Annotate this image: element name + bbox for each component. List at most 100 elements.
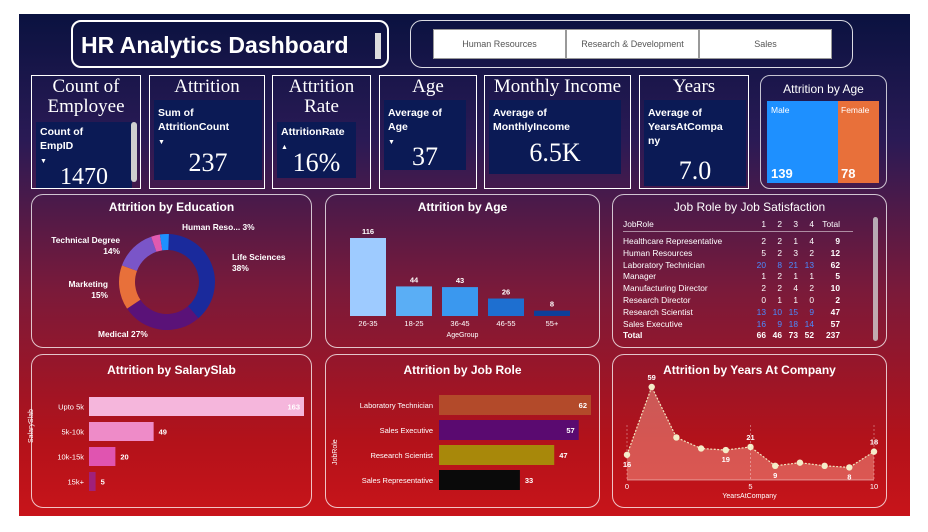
donut-slice[interactable] bbox=[127, 299, 199, 330]
agegroup-bar[interactable] bbox=[534, 310, 570, 316]
gender-title: Attrition by Age bbox=[783, 82, 864, 96]
years-point[interactable] bbox=[697, 445, 705, 452]
kpi-income-value: 6.5K bbox=[529, 138, 581, 167]
years-point[interactable] bbox=[673, 434, 680, 441]
jobrole-bar[interactable] bbox=[439, 445, 555, 465]
jobsat-cell-role: Healthcare Representative bbox=[623, 236, 723, 246]
edu-label-technical: Technical Degree 14% bbox=[46, 235, 120, 257]
table-row: Laboratory Technician 20 8 21 13 62 bbox=[623, 260, 853, 272]
jobsat-cell: 52 bbox=[804, 330, 814, 341]
years-xlabel: YearsAtCompany bbox=[722, 493, 777, 500]
jobsat-total-row: Total 66 46 73 52 237 bbox=[623, 330, 853, 342]
attrition-gender-card: Attrition by Age Male 139 Female 78 bbox=[760, 75, 887, 189]
years-point[interactable] bbox=[722, 446, 729, 454]
donut-slice[interactable] bbox=[121, 236, 157, 271]
agegroup-bar[interactable] bbox=[442, 287, 478, 316]
jobsat-cell: 1 bbox=[761, 271, 766, 282]
slicer-human-resources[interactable]: Human Resources bbox=[433, 29, 566, 59]
years-point[interactable] bbox=[796, 459, 804, 466]
kpi-count-card: Count of EmpID ▼ 1470 bbox=[36, 122, 132, 190]
jobrole-bar[interactable] bbox=[439, 470, 520, 490]
jobsat-cell: 18 bbox=[788, 318, 798, 329]
table-row: Healthcare Representative 2 2 1 4 9 bbox=[623, 236, 853, 248]
jobsat-cell-role: Laboratory Technician bbox=[623, 259, 705, 270]
jobrole-value-label: 33 bbox=[525, 476, 533, 485]
kpi-years-card: Average of YearsAtCompa ny 7.0 bbox=[644, 100, 746, 186]
table-row: Manager 1 2 1 1 5 bbox=[623, 271, 853, 283]
slicer-research-development[interactable]: Research & Development bbox=[566, 29, 699, 59]
salary-value-label: 163 bbox=[287, 403, 300, 412]
jobsat-cell-total: 5 bbox=[835, 271, 840, 282]
kpi-attrition-value: 237 bbox=[188, 148, 228, 177]
edu-label-tech1: Technical Degree bbox=[51, 235, 120, 245]
kpi-rate-head2: Rate bbox=[304, 96, 339, 117]
jobsat-cell-total: 10 bbox=[830, 283, 840, 294]
kpi-years: Years Average of YearsAtCompa ny 7.0 bbox=[639, 75, 749, 189]
kpi-count-label: Count of EmpID ▼ bbox=[40, 125, 83, 169]
edu-label-life: Life Sciences 38% bbox=[232, 252, 286, 274]
jobrole-tick-label: Sales Executive bbox=[380, 426, 433, 435]
salary-tick-label: 10k-15k bbox=[57, 453, 84, 462]
scrollbar[interactable] bbox=[131, 122, 137, 182]
agegroup-tick-label: 46-55 bbox=[496, 319, 515, 328]
jobsat-scrollbar[interactable] bbox=[873, 217, 878, 341]
jobsat-header-jobrole: JobRole bbox=[623, 219, 654, 229]
jobsat-cell-total: 57 bbox=[830, 318, 840, 329]
kpi-years-label: Average of YearsAtCompa ny bbox=[648, 106, 723, 148]
salary-bar[interactable] bbox=[89, 447, 116, 466]
kpi-count-employee: Count of Employee Count of EmpID ▼ 1470 bbox=[31, 75, 141, 190]
dashboard-title: HR Analytics Dashboard bbox=[81, 32, 349, 58]
jobrole-tick-label: Sales Representative bbox=[362, 476, 433, 485]
years-tick-label: 10 bbox=[870, 482, 878, 491]
agegroup-bar[interactable] bbox=[350, 238, 386, 316]
kpi-rate-head1: Attrition bbox=[288, 76, 355, 97]
jobsat-cell-total: 62 bbox=[830, 259, 840, 270]
jobsat-cell: 9 bbox=[777, 318, 782, 329]
jobrole-bar[interactable] bbox=[439, 395, 591, 415]
agegroup-bar[interactable] bbox=[396, 286, 432, 316]
years-point[interactable] bbox=[846, 464, 853, 471]
salary-bar[interactable] bbox=[89, 397, 304, 416]
years-point[interactable] bbox=[648, 383, 655, 391]
agegroup-value-label: 116 bbox=[362, 227, 374, 236]
jobsat-cell: 13 bbox=[756, 306, 766, 317]
jobsat-table: JobRole 1 2 3 4 Total Healthcare Represe… bbox=[623, 217, 853, 342]
jobsat-cell: 10 bbox=[772, 306, 782, 317]
kpi-rate-value: 16% bbox=[292, 148, 341, 177]
salary-tick-label: 5k-10k bbox=[61, 428, 84, 437]
jobsat-cell: 2 bbox=[777, 247, 782, 258]
jobsat-cell: 2 bbox=[777, 283, 782, 294]
kpi-attrition-heading: Attrition bbox=[174, 76, 240, 97]
kpi-age-label1: Average of bbox=[388, 107, 442, 119]
years-point[interactable] bbox=[772, 462, 779, 470]
jobsat-cell: 14 bbox=[804, 318, 814, 329]
kpi-years-value: 7.0 bbox=[678, 156, 712, 185]
donut-slice[interactable] bbox=[168, 234, 216, 319]
salary-bar[interactable] bbox=[89, 422, 154, 441]
sort-arrow-icon[interactable]: ▼ bbox=[158, 139, 165, 146]
female-tile[interactable]: Female 78 bbox=[838, 101, 879, 183]
years-value-label: 9 bbox=[773, 471, 777, 480]
years-point[interactable] bbox=[821, 462, 828, 470]
kpi-rate-card: AttritionRate ▲ 16% bbox=[277, 122, 356, 178]
years-value-label: 19 bbox=[722, 455, 730, 464]
jobrole-bar[interactable] bbox=[439, 420, 579, 440]
agegroup-bar-chart: 116 26-35 44 18-25 43 36-45 26 46-55 8 55+ bbox=[350, 227, 570, 328]
agegroup-tick-label: 36-45 bbox=[450, 319, 469, 328]
slicer-sales[interactable]: Sales bbox=[699, 29, 832, 59]
jobsat-cell: 66 bbox=[756, 330, 766, 341]
jobsat-cell: 13 bbox=[804, 259, 814, 270]
salary-bar[interactable] bbox=[89, 472, 96, 491]
edu-label-tech2: 14% bbox=[103, 246, 120, 256]
jobsat-panel: Job Role by Job Satisfaction JobRole 1 2… bbox=[612, 194, 887, 348]
agegroup-bar[interactable] bbox=[488, 298, 524, 316]
male-tile[interactable]: Male 139 bbox=[767, 101, 838, 183]
years-tick-label: 0 bbox=[625, 482, 629, 491]
jobsat-cell: 3 bbox=[793, 247, 798, 258]
jobsat-cell-total: 237 bbox=[826, 330, 840, 341]
kpi-count-value: 1470 bbox=[60, 164, 108, 190]
male-value: 139 bbox=[771, 166, 793, 181]
edu-label-mkt2: 15% bbox=[91, 290, 108, 300]
jobsat-cell: 2 bbox=[777, 271, 782, 282]
jobsat-cell: 4 bbox=[793, 283, 798, 294]
